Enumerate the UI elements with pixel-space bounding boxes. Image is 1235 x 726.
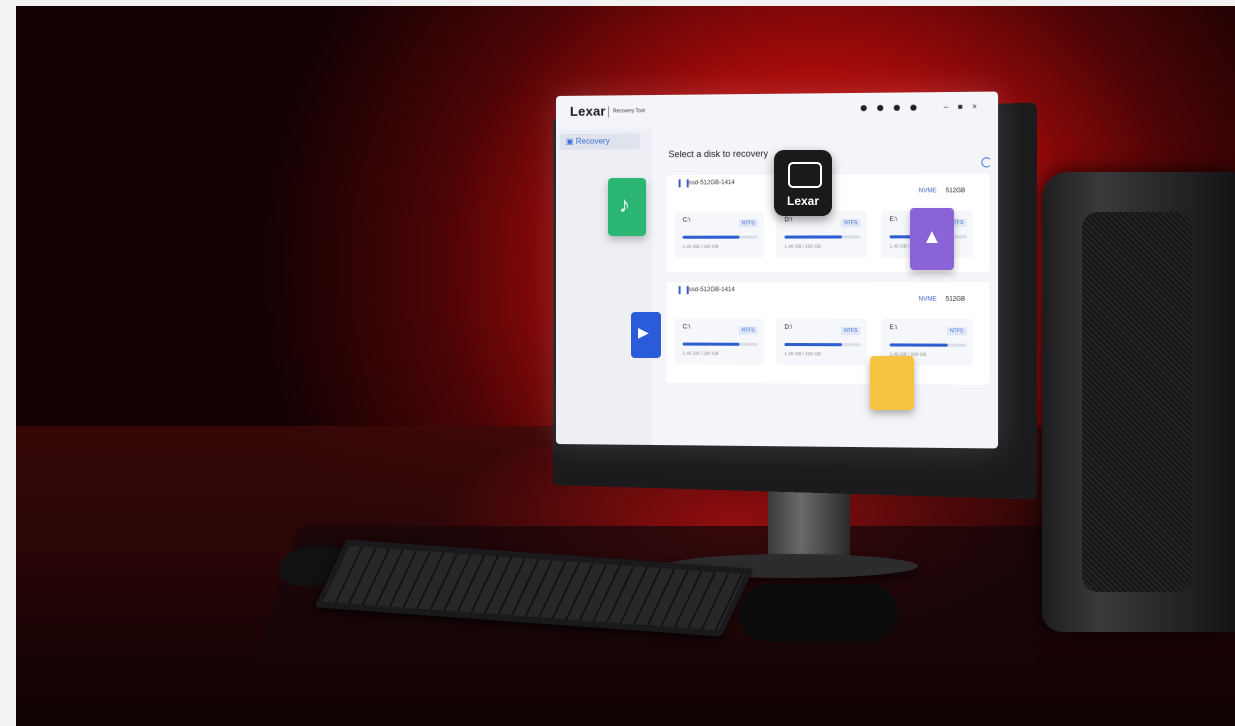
titlebar-icons (860, 104, 917, 112)
usage-fill (784, 235, 842, 239)
recovery-tool-window: Lexar Recovery Tool – ■ × ▣ Recovery Sel… (556, 91, 999, 449)
titlebar: Lexar Recovery Tool – ■ × (556, 92, 998, 130)
usage-fill (784, 342, 842, 347)
recovery-icon: ▣ (565, 136, 576, 146)
product-scene: Lexar Recovery Tool – ■ × ▣ Recovery Sel… (16, 6, 1235, 726)
help-icon[interactable] (893, 104, 900, 111)
app-title: Recovery Tool (613, 108, 645, 115)
disk-size: 512GB (945, 188, 966, 195)
music-file-icon: ♪ (608, 178, 646, 236)
pc-mesh-panel (1082, 212, 1192, 592)
partition-usage-bar (889, 343, 967, 347)
minimize-button[interactable]: – (944, 102, 949, 111)
partition-usage-bar (784, 235, 861, 239)
partition-fs-badge: NTFS (840, 326, 861, 336)
partition-fs-badge: NTFS (738, 326, 758, 335)
sidebar-item-recovery[interactable]: ▣ Recovery (559, 133, 641, 150)
app-logo: Lexar (569, 103, 606, 119)
disk-name: ssd-512GB-1414 (688, 287, 735, 294)
partition-capacity: 1.45 GB / 220 GB (784, 351, 821, 357)
partition-letter: C:\ (682, 217, 691, 224)
partition-letter: E:\ (889, 325, 898, 332)
usage-fill (889, 343, 948, 347)
partition-letter: D:\ (784, 324, 793, 331)
settings-icon[interactable] (910, 104, 917, 111)
disk-size: 512GB (945, 296, 966, 303)
app-icon-brand: Lexar (786, 194, 820, 208)
partition-capacity: 1.45 GB / 220 GB (682, 243, 719, 249)
partition-letter: C:\ (682, 324, 691, 331)
usage-fill (682, 342, 739, 346)
partition-card[interactable]: C:\ NTFS 1.45 GB / 220 GB (674, 211, 764, 258)
close-button[interactable]: × (972, 102, 977, 111)
cart-icon[interactable] (877, 104, 884, 112)
partition-usage-bar (682, 342, 758, 346)
pc-tower (1042, 172, 1235, 632)
account-icon[interactable] (860, 105, 867, 112)
disk-name: ssd-512GB-1414 (688, 180, 735, 187)
partition-card[interactable]: D:\ NTFS 1.45 GB / 220 GB (776, 318, 867, 366)
partition-fs-badge: NTFS (946, 327, 967, 336)
disk-group: ssd-512GB-1414 NVME 512GB C:\ NTFS 1.45 … (666, 282, 990, 385)
partition-card[interactable]: C:\ NTFS 1.45 GB / 220 GB (674, 318, 764, 366)
page-title: Select a disk to recovery (668, 148, 769, 160)
disk-type: NVME (918, 296, 937, 303)
disk-icon (678, 286, 689, 295)
lexar-app-icon: Lexar (774, 150, 832, 216)
logo-separator (608, 106, 610, 118)
sidebar-item-label: Recovery (575, 136, 610, 146)
usage-fill (682, 235, 739, 239)
sidebar: ▣ Recovery (556, 129, 653, 445)
disk-header[interactable]: ssd-512GB-1414 NVME 512GB (666, 282, 989, 303)
partition-card[interactable]: D:\ NTFS 1.45 GB / 220 GB (776, 210, 867, 258)
partition-letter: E:\ (889, 216, 898, 224)
partition-usage-bar (682, 235, 758, 239)
window-controls: – ■ × (944, 102, 977, 112)
folder-icon (870, 356, 914, 410)
partition-fs-badge: NTFS (840, 219, 861, 228)
partition-usage-bar (784, 342, 861, 347)
image-file-icon: ▲ (910, 208, 954, 270)
partition-capacity: 1.45 GB / 220 GB (682, 350, 719, 356)
disk-icon (678, 179, 689, 188)
maximize-button[interactable]: ■ (958, 102, 963, 111)
partition-capacity: 1.45 GB / 220 GB (784, 243, 821, 249)
refresh-icon[interactable] (981, 157, 992, 168)
drive-icon (788, 162, 822, 188)
partition-letter: D:\ (784, 217, 793, 224)
gamepad (738, 584, 898, 642)
video-file-icon: ▶ (631, 312, 661, 358)
partition-fs-badge: NTFS (738, 219, 758, 228)
disk-type: NVME (918, 188, 937, 195)
